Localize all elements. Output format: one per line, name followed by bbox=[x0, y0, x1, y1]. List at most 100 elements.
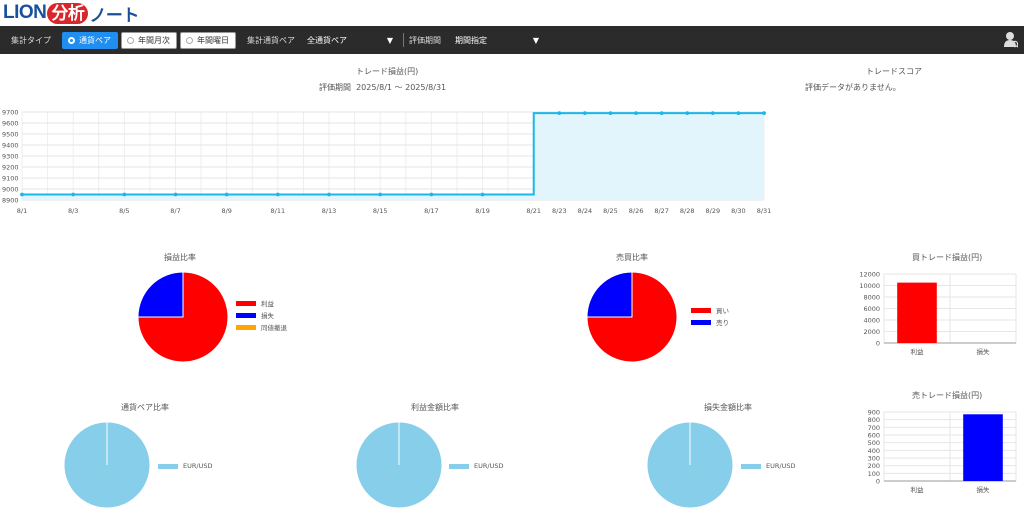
y-tick-label: 9000 bbox=[2, 186, 19, 194]
legend-swatch bbox=[236, 300, 256, 306]
aggregate-weekday-button[interactable]: 年間曜日 bbox=[180, 31, 236, 49]
legend-item: 買い bbox=[691, 304, 729, 316]
legend-item: 同値撤退 bbox=[236, 321, 287, 333]
loss-amount-ratio-pie-chart bbox=[646, 421, 734, 509]
y-tick-label: 9300 bbox=[2, 153, 19, 161]
data-point bbox=[122, 192, 127, 197]
buysell-ratio-legend: 買い 売り bbox=[691, 304, 729, 328]
legend-label: EUR/USD bbox=[474, 462, 504, 470]
data-point bbox=[557, 111, 562, 115]
toolbar-divider bbox=[403, 33, 404, 47]
y-tick-label: 700 bbox=[868, 424, 880, 432]
y-tick-label: 100 bbox=[868, 470, 880, 478]
logo-note-text: ノート bbox=[89, 5, 139, 25]
legend-swatch bbox=[236, 324, 256, 330]
y-tick-label: 9200 bbox=[2, 164, 19, 172]
profit-amount-ratio-legend: EUR/USD bbox=[449, 460, 503, 472]
y-tick-label: 12000 bbox=[859, 271, 880, 279]
legend-label: 買い bbox=[716, 307, 729, 315]
evaluation-period-value: 2025/8/1 〜 2025/8/31 bbox=[356, 83, 447, 92]
data-point bbox=[608, 111, 613, 115]
radio-icon bbox=[127, 36, 134, 44]
y-tick-label: 4000 bbox=[863, 317, 880, 325]
x-tick-label: 8/31 bbox=[757, 207, 772, 215]
evaluation-period: 評価期間 2025/8/1 〜 2025/8/31 bbox=[319, 82, 446, 93]
data-point bbox=[429, 192, 434, 197]
x-tick-label: 利益 bbox=[911, 485, 925, 494]
x-tick-label: 8/15 bbox=[373, 207, 388, 215]
period-select-label: 評価期間 bbox=[409, 35, 441, 45]
x-tick-label: 8/29 bbox=[706, 207, 721, 215]
lion-logo[interactable]: LION 分析 ノート bbox=[3, 2, 139, 25]
data-point bbox=[710, 111, 715, 115]
trade-profit-line-chart: 8900 9000 9100 9200 9300 9400 9500 9600 9700 8/1 8… bbox=[2, 109, 772, 216]
legend-swatch bbox=[691, 307, 711, 313]
data-point bbox=[275, 192, 280, 197]
buy-trade-title: 買トレード損益(円) bbox=[912, 253, 983, 262]
logo-bunseki-text: 分析 bbox=[47, 2, 89, 24]
x-tick-label: 8/13 bbox=[322, 207, 337, 215]
y-tick-label: 800 bbox=[868, 416, 880, 424]
y-tick-label: 9600 bbox=[2, 120, 19, 128]
buysell-ratio-title: 売買比率 bbox=[616, 253, 648, 262]
x-tick-label: 8/5 bbox=[119, 207, 129, 215]
pair-select[interactable]: 全通貨ペア ▼ bbox=[307, 35, 393, 46]
x-tick-label: 8/21 bbox=[526, 207, 541, 215]
area-fill bbox=[22, 113, 764, 200]
aggregate-monthly-label: 年間月次 bbox=[138, 35, 170, 45]
pie-slice bbox=[137, 271, 184, 318]
y-tick-label: 8000 bbox=[863, 294, 880, 302]
y-tick-label: 10000 bbox=[859, 282, 880, 290]
legend-label: EUR/USD bbox=[766, 462, 796, 470]
pl-ratio-legend: 利益 損失 同値撤退 bbox=[236, 297, 287, 333]
aggregate-pair-button[interactable]: 通貨ペア bbox=[62, 31, 118, 49]
y-tick-label: 500 bbox=[868, 439, 880, 447]
legend-label: 売り bbox=[716, 319, 729, 327]
legend-label: 損失 bbox=[261, 312, 274, 320]
bar bbox=[963, 414, 1003, 481]
radio-icon bbox=[186, 36, 193, 44]
aggregate-weekday-label: 年間曜日 bbox=[197, 35, 229, 45]
x-tick-label: 8/17 bbox=[424, 207, 439, 215]
legend-swatch bbox=[158, 463, 178, 469]
data-point bbox=[480, 192, 485, 197]
evaluation-period-label: 評価期間 bbox=[319, 83, 351, 92]
data-point bbox=[736, 111, 741, 115]
legend-item: EUR/USD bbox=[158, 460, 212, 472]
app-root: LION 分析 ノート 集計タイプ 通貨ペア 年間月次 年間曜日 集計通貨ペア … bbox=[0, 0, 1024, 510]
aggregate-monthly-button[interactable]: 年間月次 bbox=[121, 31, 177, 49]
data-point bbox=[173, 192, 178, 197]
pl-ratio-title: 損益比率 bbox=[164, 253, 196, 262]
period-select[interactable]: 期間指定 ▼ bbox=[455, 35, 539, 46]
x-tick-label: 8/19 bbox=[475, 207, 490, 215]
x-tick-label: 8/3 bbox=[68, 207, 78, 215]
x-tick-label: 利益 bbox=[911, 347, 925, 356]
buysell-ratio-pie-chart bbox=[586, 271, 678, 363]
legend-label: 利益 bbox=[261, 300, 274, 308]
data-point bbox=[224, 192, 229, 197]
y-tick-label: 0 bbox=[876, 478, 880, 486]
data-point bbox=[71, 192, 76, 197]
x-tick-label: 8/11 bbox=[271, 207, 286, 215]
aggregate-pair-label: 通貨ペア bbox=[79, 35, 111, 45]
radio-icon bbox=[68, 36, 75, 44]
y-tick-label: 8900 bbox=[2, 197, 19, 205]
legend-item: 損失 bbox=[236, 309, 287, 321]
user-icon[interactable] bbox=[1004, 31, 1018, 48]
y-tick-label: 6000 bbox=[863, 305, 880, 313]
data-point bbox=[685, 111, 690, 115]
chevron-down-icon: ▼ bbox=[386, 35, 393, 45]
x-tick-label: 8/23 bbox=[552, 207, 567, 215]
y-tick-label: 0 bbox=[876, 340, 880, 348]
x-tick-label: 8/26 bbox=[629, 207, 644, 215]
x-tick-label: 8/1 bbox=[17, 207, 27, 215]
x-tick-label: 損失 bbox=[977, 347, 991, 356]
filter-toolbar: 集計タイプ 通貨ペア 年間月次 年間曜日 集計通貨ペア 全通貨ペア ▼ 評価期間… bbox=[0, 26, 1024, 54]
pair-select-value: 全通貨ペア bbox=[307, 35, 347, 45]
legend-swatch bbox=[741, 463, 761, 469]
pair-ratio-title: 通貨ペア比率 bbox=[121, 403, 169, 412]
trade-profit-title: トレード損益(円) bbox=[356, 67, 419, 76]
legend-item: 利益 bbox=[236, 297, 287, 309]
y-tick-label: 9500 bbox=[2, 131, 19, 139]
sell-trade-title: 売トレード損益(円) bbox=[912, 391, 983, 400]
